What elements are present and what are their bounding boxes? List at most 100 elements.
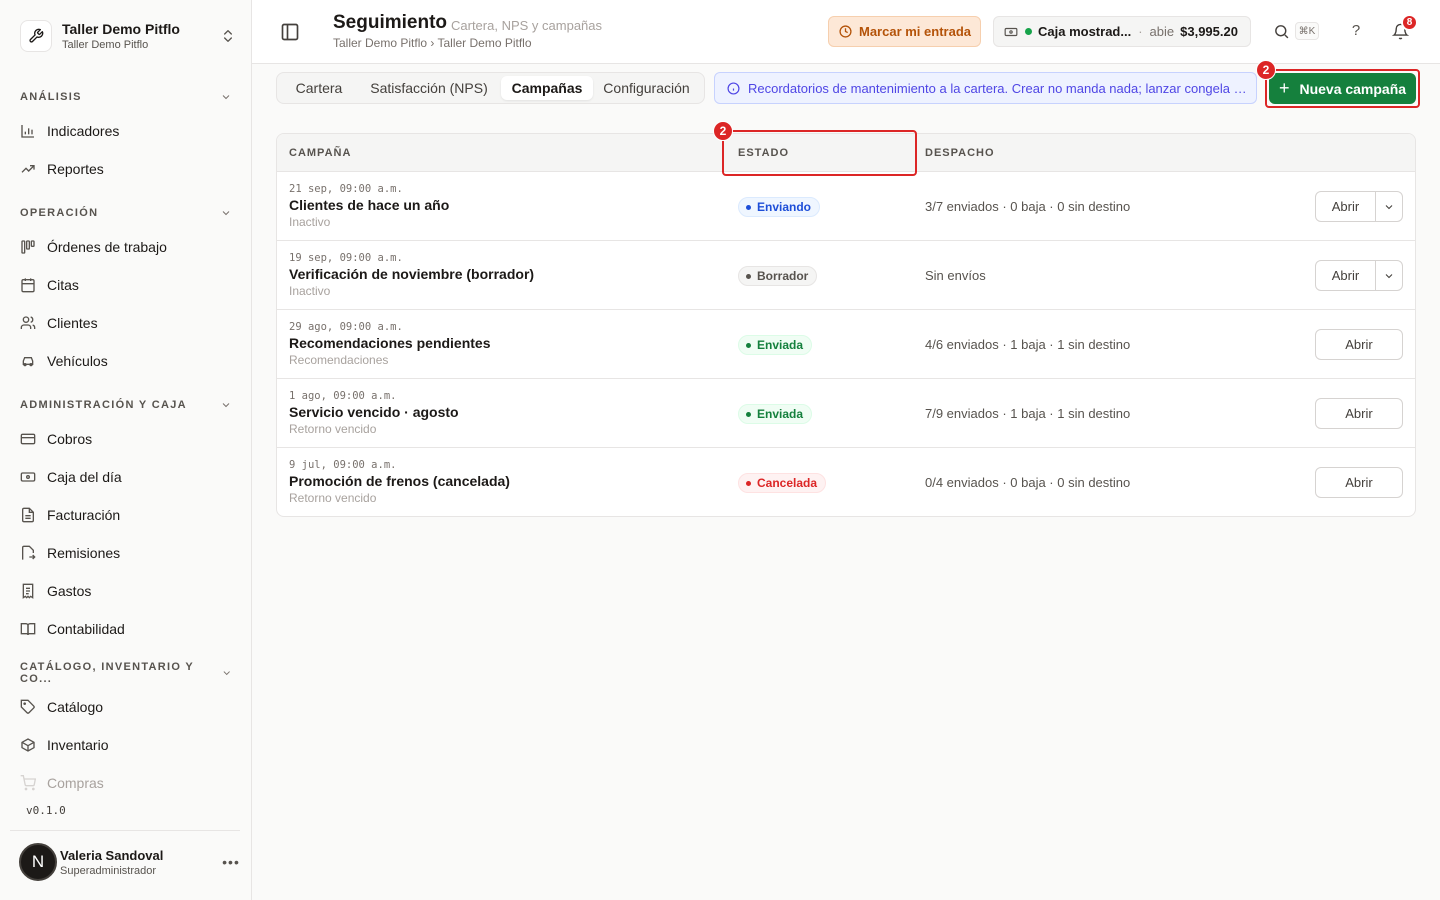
cart-icon xyxy=(20,775,36,791)
sidebar-item-compras[interactable]: Compras xyxy=(20,771,232,795)
chevron-down-icon xyxy=(222,211,230,216)
column-header-campaign[interactable]: CAMPAÑA xyxy=(289,147,351,159)
sidebar-item-label: Órdenes de trabajo xyxy=(47,239,167,255)
users-icon xyxy=(20,315,36,331)
section-operacion[interactable]: OPERACIÓN xyxy=(20,204,232,222)
wrench-icon xyxy=(20,20,52,52)
status-badge: Enviada xyxy=(738,404,813,424)
campaign-name: Servicio vencido · agosto xyxy=(289,404,459,420)
open-button[interactable]: Abrir xyxy=(1316,261,1376,290)
sidebar-item-remisiones[interactable]: Remisiones xyxy=(20,541,232,565)
sidebar-item-citas[interactable]: Citas xyxy=(20,273,232,297)
tab-cartera[interactable]: Cartera xyxy=(281,76,357,100)
sidebar-item-label: Catálogo xyxy=(47,699,104,715)
tab-satisfaccion[interactable]: Satisfacción (NPS) xyxy=(357,76,501,100)
tab-campanas[interactable]: Campañas xyxy=(501,76,593,100)
section-administracion[interactable]: ADMINISTRACIÓN Y CAJA xyxy=(20,396,232,414)
sidebar-item-label: Gastos xyxy=(47,583,92,599)
sidebar-item-reportes[interactable]: Reportes xyxy=(20,157,232,181)
breadcrumb[interactable]: Taller Demo Pitflo › Taller Demo Pitflo xyxy=(333,36,532,50)
campaign-segment: Retorno vencido xyxy=(289,422,377,436)
sidebar-item-label: Contabilidad xyxy=(47,621,125,637)
search-icon[interactable] xyxy=(1272,22,1290,40)
sidebar-toggle-icon[interactable] xyxy=(280,22,300,42)
campaign-segment: Retorno vencido xyxy=(289,491,377,505)
campaign-date: 19 sep, 09:00 a.m. xyxy=(289,252,403,264)
book-icon xyxy=(20,621,36,637)
sidebar-item-facturacion[interactable]: Facturación xyxy=(20,503,232,527)
status-dot xyxy=(1025,28,1032,35)
user-menu[interactable]: N Valeria Sandoval Superadministrador ••… xyxy=(19,842,241,882)
section-catalogo[interactable]: CATÁLOGO, INVENTARIO Y CO... xyxy=(20,661,232,685)
org-switcher[interactable]: Taller Demo Pitflo Taller Demo Pitflo xyxy=(20,18,236,54)
clock-icon xyxy=(839,25,852,38)
dispatch-summary: 0/4 enviados · 0 baja · 0 sin destino xyxy=(925,475,1131,490)
sidebar-item-label: Reportes xyxy=(47,161,104,177)
open-button[interactable]: Abrir xyxy=(1316,192,1376,221)
dispatch-summary: 3/7 enviados · 0 baja · 0 sin destino xyxy=(925,199,1131,214)
cash-register-selector[interactable]: Caja mostrad... · abie $3,995.20 xyxy=(993,16,1251,47)
table-row: 9 jul, 09:00 a.m. Promoción de frenos (c… xyxy=(277,448,1415,516)
sidebar-item-contabilidad[interactable]: Contabilidad xyxy=(20,617,232,641)
info-banner-text: Recordatorios de mantenimiento a la cart… xyxy=(748,80,1248,96)
sidebar-item-gastos[interactable]: Gastos xyxy=(20,579,232,603)
sidebar-item-vehiculos[interactable]: Vehículos xyxy=(20,349,232,373)
more-horizontal-icon[interactable]: ••• xyxy=(221,854,241,870)
sidebar-item-cobros[interactable]: Cobros xyxy=(20,427,232,451)
section-title: ANÁLISIS xyxy=(20,91,82,103)
search-shortcut: ⌘K xyxy=(1295,22,1319,40)
sidebar-item-label: Cobros xyxy=(47,431,93,447)
column-header-dispatch[interactable]: DESPACHO xyxy=(925,147,995,159)
box-icon xyxy=(20,737,36,753)
open-button[interactable]: Abrir xyxy=(1315,329,1403,360)
user-role: Superadministrador xyxy=(60,864,156,877)
table-row: 29 ago, 09:00 a.m. Recomendaciones pendi… xyxy=(277,310,1415,379)
sidebar-item-ordenes[interactable]: Órdenes de trabajo xyxy=(20,235,232,259)
divider xyxy=(10,830,240,831)
sidebar-item-clientes[interactable]: Clientes xyxy=(20,311,232,335)
file-arrow-icon xyxy=(20,545,36,561)
avatar: N xyxy=(19,843,57,881)
chevron-down-icon[interactable] xyxy=(1376,261,1402,290)
user-name: Valeria Sandoval xyxy=(60,847,164,863)
separator: · xyxy=(1138,24,1143,39)
sidebar-item-indicadores[interactable]: Indicadores xyxy=(20,119,232,143)
section-title: ADMINISTRACIÓN Y CAJA xyxy=(20,399,187,411)
chevron-down-icon xyxy=(222,403,230,408)
help-icon[interactable]: ? xyxy=(1348,22,1364,40)
car-icon xyxy=(20,353,36,369)
tag-icon xyxy=(20,699,36,715)
notification-count-badge: 8 xyxy=(1401,14,1418,31)
status-label: Enviada xyxy=(757,407,804,421)
campaign-date: 9 jul, 09:00 a.m. xyxy=(289,459,397,471)
clock-in-button[interactable]: Marcar mi entrada xyxy=(828,16,981,47)
sidebar-item-label: Remisiones xyxy=(47,545,121,561)
section-title: CATÁLOGO, INVENTARIO Y CO... xyxy=(20,661,194,685)
sidebar: Taller Demo Pitflo Taller Demo Pitflo AN… xyxy=(0,0,252,900)
cash-register-amount: $3,995.20 xyxy=(1180,24,1238,39)
banknote-icon xyxy=(1004,25,1018,39)
chevron-down-icon[interactable] xyxy=(1376,192,1402,221)
section-analisis[interactable]: ANÁLISIS xyxy=(20,88,232,106)
campaign-date: 29 ago, 09:00 a.m. xyxy=(289,321,403,333)
dispatch-summary: 7/9 enviados · 1 baja · 1 sin destino xyxy=(925,406,1131,421)
tab-configuracion[interactable]: Configuración xyxy=(593,76,700,100)
sidebar-item-inventario[interactable]: Inventario xyxy=(20,733,232,757)
status-label: Borrador xyxy=(757,269,809,283)
sidebar-item-catalogo[interactable]: Catálogo xyxy=(20,695,232,719)
sidebar-item-caja[interactable]: Caja del día xyxy=(20,465,232,489)
status-label: Enviada xyxy=(757,338,804,352)
annotation-badge: 2 xyxy=(1256,60,1276,80)
dispatch-summary: Sin envíos xyxy=(925,268,986,283)
banknote-icon xyxy=(20,469,36,485)
sidebar-item-label: Citas xyxy=(47,277,79,293)
status-label: Cancelada xyxy=(757,476,818,490)
open-button[interactable]: Abrir xyxy=(1315,467,1403,498)
tab-bar: Cartera Satisfacción (NPS) Campañas Conf… xyxy=(276,72,705,104)
chevron-down-icon xyxy=(222,95,230,100)
highlight-new-campaign xyxy=(1265,69,1420,108)
sidebar-item-label: Clientes xyxy=(47,315,98,331)
receipt-icon xyxy=(20,583,36,599)
open-button[interactable]: Abrir xyxy=(1315,398,1403,429)
org-name: Taller Demo Pitflo xyxy=(62,21,180,37)
